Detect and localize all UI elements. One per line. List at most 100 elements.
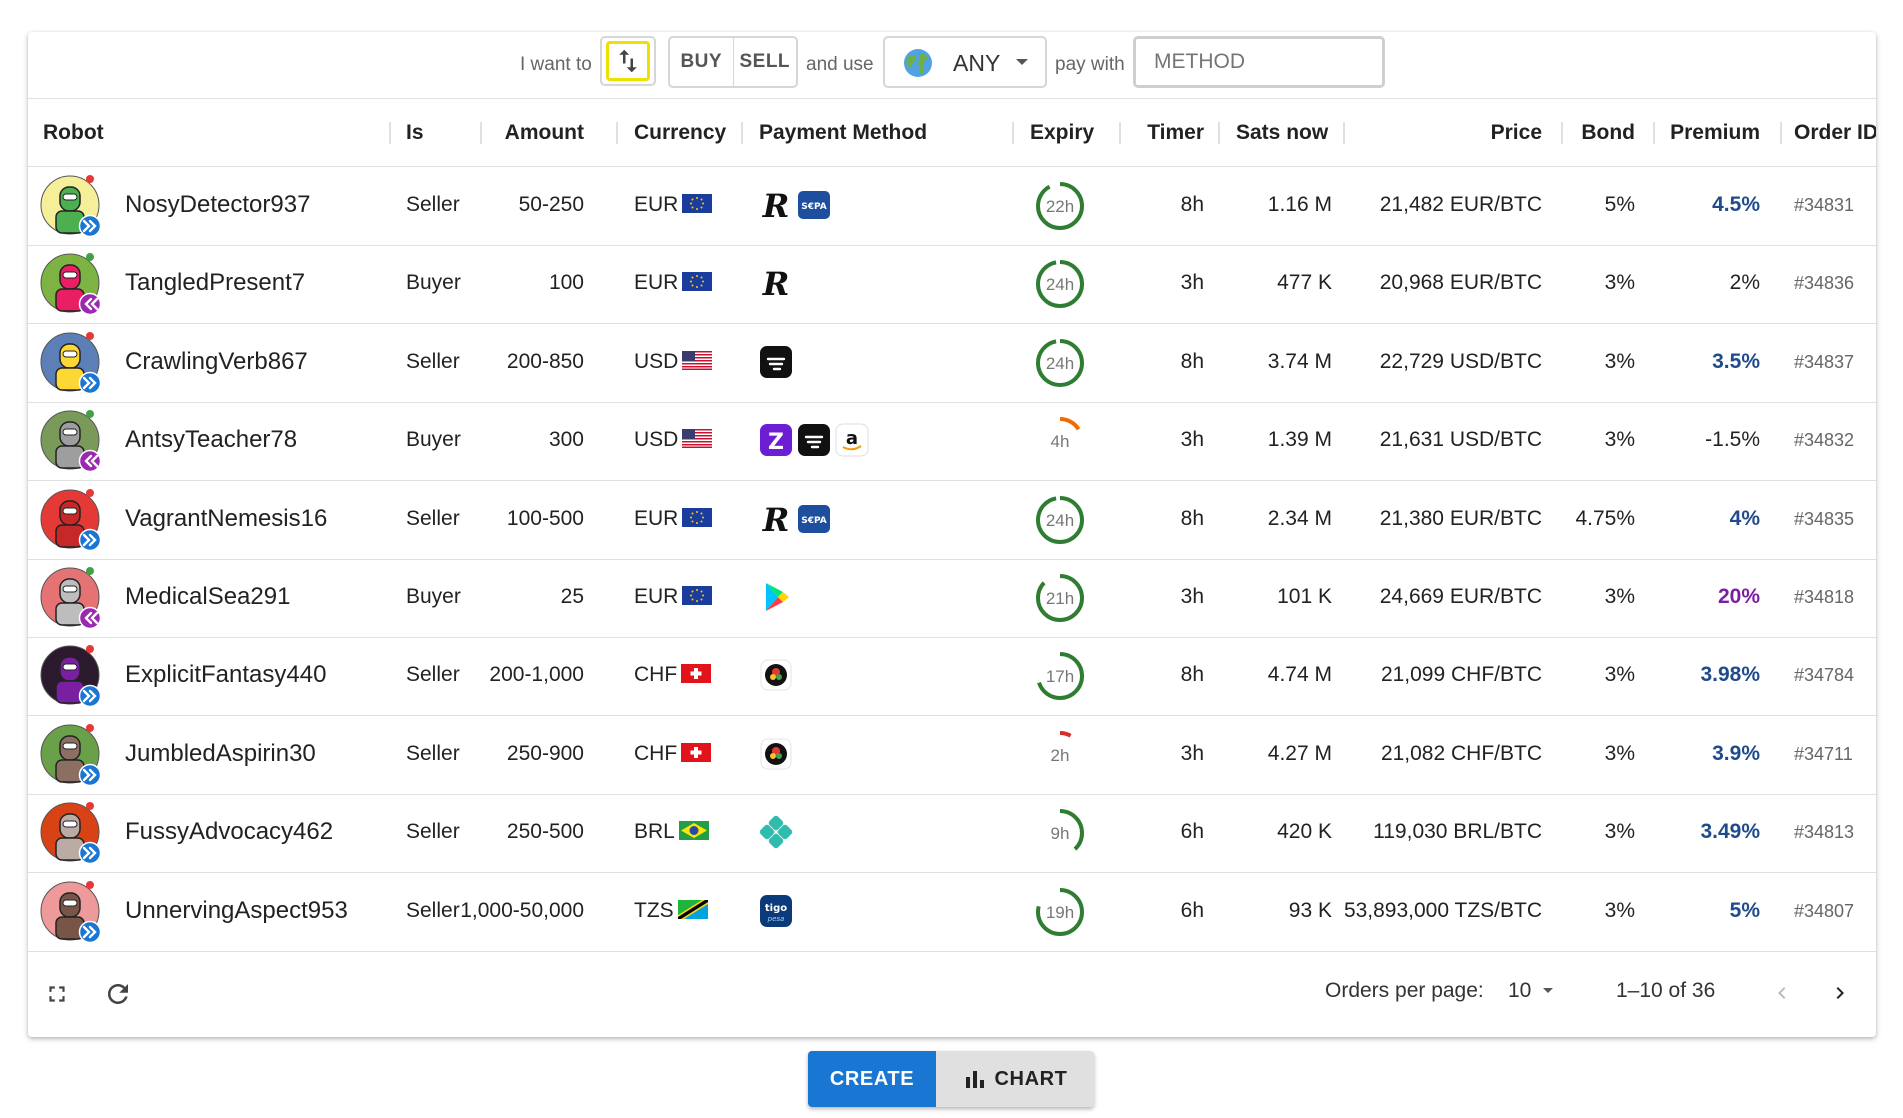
table-row[interactable]: VagrantNemesis16 Seller 100-500 EUR R S€PA 24h… [28, 481, 1876, 560]
header-is[interactable]: Is [406, 121, 424, 145]
strike-icon [798, 424, 830, 457]
column-separator[interactable] [616, 122, 618, 144]
robot-name: VagrantNemesis16 [125, 504, 328, 532]
order-timer: 3h [1180, 428, 1204, 452]
fullscreen-icon[interactable] [44, 981, 70, 1007]
expiry-progress-icon: 21h [1036, 574, 1084, 622]
buy-button[interactable]: BUY [670, 38, 733, 86]
column-separator[interactable] [1119, 122, 1121, 144]
order-sats-now: 1.39 M [1267, 428, 1332, 452]
robot-avatar[interactable] [40, 330, 104, 394]
currency-flag-icon [682, 350, 713, 370]
order-bond: 3% [1604, 271, 1635, 295]
payment-methods [758, 344, 794, 380]
sepa-icon: S€PA [798, 504, 830, 533]
chevron-right-icon[interactable] [1828, 981, 1852, 1005]
chart-button[interactable]: CHART [936, 1051, 1094, 1107]
table-row[interactable]: AntsyTeacher78 Buyer 300 USD Za 4h 3h 1.39 M 21,… [28, 402, 1876, 482]
column-separator[interactable] [1218, 122, 1220, 144]
order-type: Seller [406, 898, 460, 922]
svg-text:R: R [762, 265, 790, 301]
column-separator[interactable] [480, 122, 482, 144]
table-row[interactable]: MedicalSea291 Buyer 25 EUR 21h 3h 101 K 24,669 … [28, 559, 1876, 638]
header-payment-method[interactable]: Payment Method [759, 121, 927, 145]
payment-methods: R S€PA [758, 501, 832, 537]
order-timer: 6h [1180, 898, 1204, 922]
revolut-icon: R [762, 187, 790, 223]
column-separator[interactable] [1343, 122, 1345, 144]
order-timer: 8h [1180, 193, 1204, 216]
currency-select[interactable]: ANY [883, 36, 1047, 88]
revolut-icon: R [762, 501, 790, 537]
pix-icon [759, 815, 793, 849]
robot-avatar[interactable] [40, 565, 104, 629]
create-button[interactable]: CREATE [808, 1051, 936, 1107]
sell-button[interactable]: SELL [732, 38, 797, 86]
twint-icon [760, 659, 792, 691]
column-separator[interactable] [741, 122, 743, 144]
table-row[interactable]: UnnervingAspect953 Seller 1,000-50,000 TZS t… [28, 873, 1876, 952]
order-bond: 4.75% [1575, 506, 1635, 530]
header-expiry[interactable]: Expiry [1030, 121, 1094, 145]
header-premium[interactable]: Premium [1670, 121, 1760, 145]
column-separator[interactable] [389, 122, 391, 144]
robot-avatar[interactable] [40, 800, 104, 865]
order-amount: 300 [548, 428, 584, 452]
chevron-down-icon [1016, 59, 1028, 65]
header-price[interactable]: Price [1491, 121, 1542, 145]
header-robot[interactable]: Robot [43, 121, 104, 145]
table-row[interactable]: CrawlingVerb867 Seller 200-850 USD 24h 8h 3.74… [28, 324, 1876, 403]
robot-name: JumbledAspirin30 [125, 739, 316, 767]
currency-code: EUR [634, 271, 679, 295]
svg-text:pesa: pesa [767, 915, 785, 923]
payment-methods [758, 736, 794, 772]
header-order-id[interactable]: Order ID [1794, 121, 1876, 145]
order-amount: 25 [560, 585, 584, 608]
robot-avatar[interactable] [40, 643, 104, 708]
order-timer: 6h [1180, 820, 1204, 844]
table-row[interactable]: TangledPresent7 Buyer 100 EUR R 24h 3h 477 K 20,… [28, 245, 1876, 325]
column-separator[interactable] [1561, 122, 1563, 144]
order-bond: 5% [1604, 193, 1635, 216]
svg-text:19h: 19h [1046, 903, 1074, 922]
currency-code: EUR [634, 193, 679, 216]
column-separator[interactable] [1012, 122, 1014, 144]
header-timer[interactable]: Timer [1147, 121, 1204, 145]
refresh-icon[interactable] [103, 979, 133, 1009]
header-currency[interactable]: Currency [634, 121, 726, 145]
robot-avatar[interactable] [40, 251, 104, 316]
order-sats-now: 101 K [1277, 585, 1332, 608]
order-amount: 100-500 [506, 506, 584, 530]
revolut-icon: R [762, 265, 790, 301]
order-id: #34835 [1794, 508, 1855, 529]
bottom-actions: CREATE CHART [808, 1051, 1094, 1107]
orders-per-page-select[interactable]: 10 [1508, 975, 1568, 1009]
order-id: #34784 [1794, 665, 1855, 686]
order-currency: BRL [634, 820, 709, 844]
table-row[interactable]: ExplicitFantasy440 Seller 200-1,000 CHF 17h 8… [28, 637, 1876, 717]
table-row[interactable]: JumbledAspirin30 Seller 250-900 CHF 2h 3h 4.27… [28, 716, 1876, 795]
order-bond: 3% [1604, 741, 1635, 765]
robot-avatar[interactable] [40, 879, 104, 943]
header-bond[interactable]: Bond [1581, 121, 1635, 145]
swap-direction-button[interactable] [600, 36, 656, 86]
table-footer: Orders per page: 10 1–10 of 36 [28, 949, 1876, 1037]
header-sats-now[interactable]: Sats now [1236, 121, 1328, 145]
header-amount[interactable]: Amount [505, 121, 584, 145]
order-sats-now: 1.16 M [1267, 193, 1332, 216]
robot-avatar[interactable] [40, 487, 104, 551]
column-separator[interactable] [1780, 122, 1782, 144]
payment-method-input[interactable] [1133, 36, 1385, 88]
robot-avatar[interactable] [40, 408, 104, 473]
order-book-card: I want to BUY SELL and use ANY pay with … [28, 32, 1876, 1037]
order-price: 53,893,000 TZS/BTC [1343, 898, 1542, 922]
table-row[interactable]: NosyDetector937 Seller 50-250 EUR R S€PA 22h 8h… [28, 167, 1876, 246]
robot-avatar[interactable] [40, 722, 104, 786]
table-row[interactable]: FussyAdvocacy462 Seller 250-500 BRL 9h 6h 420 … [28, 794, 1876, 874]
robot-avatar[interactable] [40, 173, 104, 237]
chevron-left-icon[interactable] [1770, 981, 1794, 1005]
order-type: Seller [406, 820, 460, 844]
column-separator[interactable] [1653, 122, 1655, 144]
globe-icon [904, 49, 932, 77]
order-currency: USD [634, 350, 713, 374]
